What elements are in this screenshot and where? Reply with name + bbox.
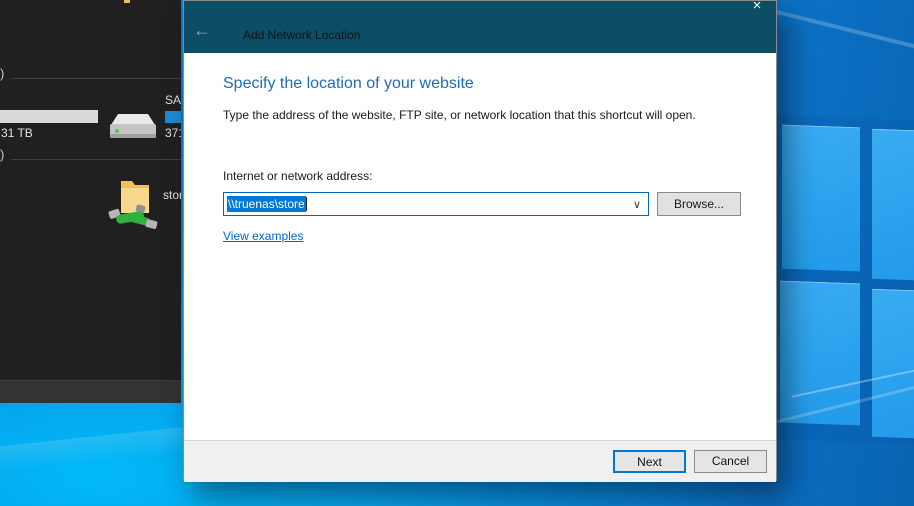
- group-header-fragment: ): [0, 66, 4, 81]
- cancel-button[interactable]: Cancel: [694, 450, 767, 473]
- page-description: Type the address of the website, FTP sit…: [223, 108, 696, 122]
- back-arrow-icon[interactable]: ←: [193, 21, 211, 39]
- hard-drive-icon[interactable]: [108, 111, 158, 143]
- network-location-name-label[interactable]: stor: [163, 188, 181, 202]
- drive-size-label: 31 TB: [1, 126, 33, 140]
- view-examples-link[interactable]: View examples: [223, 229, 303, 243]
- browse-button[interactable]: Browse...: [657, 192, 741, 216]
- windows-logo-pane-top-left: [782, 125, 860, 272]
- group-header-fragment: ): [0, 147, 4, 162]
- explorer-status-bar: [0, 380, 181, 403]
- dialog-body: Specify the location of your website Typ…: [184, 53, 776, 440]
- clipped-icon-fragment: [124, 0, 130, 3]
- chevron-down-icon[interactable]: ∨: [626, 198, 648, 211]
- dialog-title: Add Network Location: [243, 28, 360, 42]
- group-divider: [11, 78, 181, 79]
- wallpaper-light-beam: [753, 4, 914, 64]
- dialog-title-bar: ← Add Network Location ×: [184, 1, 776, 53]
- drive-capacity-bar: [0, 110, 98, 123]
- group-divider: [11, 159, 181, 160]
- drive-name-label[interactable]: SAM: [165, 93, 181, 107]
- close-icon[interactable]: ×: [748, 0, 766, 14]
- selected-text: \\truenas\store: [227, 196, 306, 212]
- file-explorer-window: ) 31 TB SAM 371 ) stor: [0, 0, 181, 403]
- text-caret: [306, 197, 307, 211]
- windows-logo-pane-top-right: [872, 129, 914, 281]
- address-combobox[interactable]: \\truenas\store ∨: [223, 192, 649, 216]
- windows-logo-pane-bottom-right: [872, 289, 914, 439]
- page-title: Specify the location of your website: [223, 75, 474, 93]
- drive-size-label: 371: [165, 126, 181, 140]
- address-field-label: Internet or network address:: [223, 169, 372, 183]
- drive-capacity-bar: [165, 111, 181, 123]
- network-folder-icon[interactable]: [108, 172, 160, 230]
- dialog-footer: Next Cancel: [184, 440, 776, 482]
- add-network-location-dialog: ← Add Network Location × Specify the loc…: [183, 0, 777, 481]
- desktop-screen: ) 31 TB SAM 371 ) stor ←: [0, 0, 914, 506]
- next-button[interactable]: Next: [613, 450, 686, 473]
- address-input[interactable]: \\truenas\store: [224, 196, 626, 212]
